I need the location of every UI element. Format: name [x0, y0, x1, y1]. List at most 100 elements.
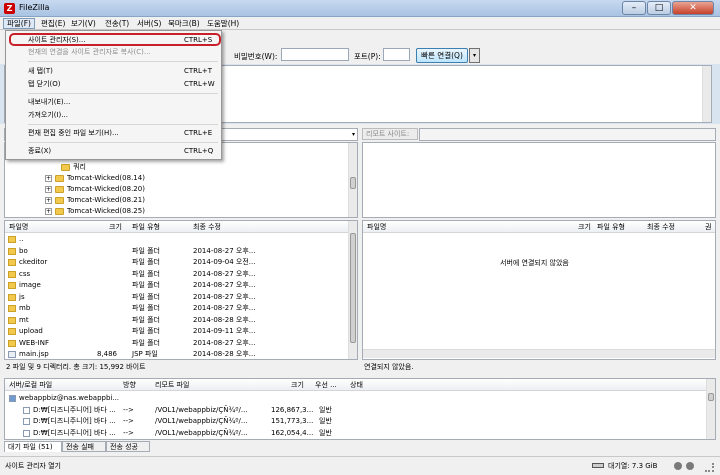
- col-size[interactable]: 크기: [578, 221, 591, 233]
- col-direction[interactable]: 방향: [123, 379, 136, 391]
- file-name: mb: [19, 304, 31, 312]
- tree-node[interactable]: 쿼리: [61, 162, 86, 173]
- tab-queued-files[interactable]: 대기 파일 (51): [4, 441, 62, 452]
- table-row[interactable]: upload 파일 폴더 2014-09-11 오후...: [5, 326, 349, 337]
- window-title: FileZilla: [19, 3, 50, 12]
- col-type[interactable]: 파일 유형: [132, 221, 160, 233]
- col-priority[interactable]: 우선 ...: [315, 379, 337, 391]
- tree-node[interactable]: + Tomcat-Wicked(08.25): [45, 206, 145, 217]
- file-type: 파일 폴더: [132, 338, 160, 347]
- table-row[interactable]: bo 파일 폴더 2014-08-27 오후...: [5, 246, 349, 257]
- tree-node[interactable]: + Tomcat-Wicked(08.20): [45, 184, 145, 195]
- file-name: ..: [19, 235, 24, 243]
- table-row[interactable]: WEB-INF 파일 폴더 2014-08-27 오후...: [5, 338, 349, 349]
- table-row[interactable]: js 파일 폴더 2014-08-27 오후...: [5, 292, 349, 303]
- menu-item-site-manager[interactable]: 사이트 관리자(S)... CTRL+S: [7, 34, 220, 46]
- table-row[interactable]: css 파일 폴더 2014-08-27 오후...: [5, 269, 349, 280]
- queue-local-file: webappbiz@nas.webappbi...: [19, 394, 120, 402]
- tab-successful-transfers[interactable]: 전송 성공: [106, 441, 150, 452]
- transfer-queue[interactable]: 서버/로컬 파일 방향 리모트 파일 크기 우선 ... 상태 webappbi…: [4, 378, 716, 440]
- queue-row[interactable]: D:₩[디즈니주니어] 바다 ... --> /VOL1/webappbiz/ÇÑ¾…: [5, 416, 705, 427]
- file-icon: [23, 406, 30, 414]
- file-name: ckeditor: [19, 258, 48, 266]
- status-light-icon: [686, 462, 694, 470]
- tree-scrollbar[interactable]: [348, 143, 357, 217]
- file-type: 파일 폴더: [132, 258, 160, 266]
- remote-hscrollbar[interactable]: [363, 349, 715, 358]
- menu-server[interactable]: 서버(S): [134, 18, 164, 29]
- resize-grip-icon[interactable]: [705, 463, 714, 472]
- minimize-button[interactable]: –: [622, 1, 646, 15]
- queue-row[interactable]: D:₩[디즈니주니어] 바다 ... --> /VOL1/webappbiz/ÇÑ¾…: [5, 405, 705, 416]
- table-row[interactable]: image 파일 폴더 2014-08-27 오후...: [5, 280, 349, 291]
- file-modified: 2014-08-28 오후...: [193, 315, 256, 324]
- maximize-button[interactable]: □: [647, 1, 671, 15]
- not-connected-message: 서버에 연결되지 않았음: [500, 259, 569, 267]
- tree-node[interactable]: + Tomcat-Wicked(08.14): [45, 173, 145, 184]
- menu-item-import[interactable]: 가져오기(I)...: [7, 109, 220, 121]
- expand-icon[interactable]: +: [45, 196, 52, 204]
- file-modified: 2014-08-27 오후...: [193, 338, 256, 347]
- queue-remote-file: /VOL1/webappbiz/ÇÑ¾º/...: [155, 417, 248, 425]
- local-path-dropdown-icon[interactable]: ▾: [352, 129, 355, 140]
- col-remote-file[interactable]: 리모트 파일: [155, 379, 189, 391]
- table-row[interactable]: mt 파일 폴더 2014-08-28 오후...: [5, 315, 349, 326]
- menu-transfer[interactable]: 전송(T): [102, 18, 132, 29]
- expand-icon[interactable]: +: [45, 185, 52, 193]
- close-button[interactable]: ✕: [672, 1, 714, 15]
- scroll-thumb[interactable]: [350, 177, 356, 189]
- col-modified[interactable]: 최종 수정: [193, 221, 221, 233]
- password-label: 비밀번호(W):: [234, 52, 278, 61]
- queue-local-file: D:₩[디즈니주니어] 바다 ...: [33, 417, 116, 425]
- status-light-icon: [674, 462, 682, 470]
- tree-node[interactable]: + Tomcat-Wicked(08.21): [45, 195, 145, 206]
- menu-view[interactable]: 보기(V): [68, 18, 99, 29]
- scroll-thumb[interactable]: [708, 393, 714, 401]
- table-row[interactable]: mb 파일 폴더 2014-08-27 오후...: [5, 303, 349, 314]
- password-input[interactable]: [281, 48, 349, 61]
- queue-row[interactable]: webappbiz@nas.webappbi...: [5, 393, 705, 404]
- table-row[interactable]: main.jsp 8,486 JSP 파일 2014-08-28 오후...: [5, 349, 349, 359]
- queue-row[interactable]: D:₩[디즈니주니어] 바다 ... --> /VOL1/webappbiz/ÇÑ¾…: [5, 428, 705, 439]
- menu-bookmarks[interactable]: 북마크(B): [165, 18, 203, 29]
- col-permissions[interactable]: 권: [705, 221, 711, 233]
- expand-icon[interactable]: +: [45, 207, 52, 215]
- col-filename[interactable]: 파일명: [367, 221, 386, 233]
- log-scrollbar[interactable]: [702, 66, 711, 122]
- queue-size: 162,054,4...: [271, 428, 314, 437]
- local-list-scrollbar[interactable]: [348, 221, 357, 359]
- menu-item-exit[interactable]: 종료(X) CTRL+Q: [7, 145, 220, 157]
- menu-separator: [28, 124, 218, 125]
- menu-item-new-tab[interactable]: 새 탭(T) CTRL+T: [7, 65, 220, 77]
- tab-failed-transfers[interactable]: 전송 실패: [62, 441, 106, 452]
- col-type[interactable]: 파일 유형: [597, 221, 625, 233]
- file-type: 파일 폴더: [132, 304, 160, 312]
- menu-help[interactable]: 도움말(H): [204, 18, 242, 29]
- file-type: 파일 폴더: [132, 269, 160, 278]
- col-size[interactable]: 크기: [291, 379, 304, 391]
- port-input[interactable]: [383, 48, 410, 61]
- scroll-thumb[interactable]: [350, 233, 356, 343]
- table-row[interactable]: ckeditor 파일 폴더 2014-09-04 오전...: [5, 257, 349, 268]
- col-filename[interactable]: 파일명: [9, 221, 28, 233]
- file-modified: 2014-09-04 오전...: [193, 258, 256, 266]
- local-file-list[interactable]: 파일명 크기 파일 유형 최종 수정 .. bo 파일 폴더 2014-08-27 오…: [4, 220, 358, 360]
- expand-icon[interactable]: +: [45, 174, 52, 182]
- menu-item-export[interactable]: 내보내기(E)...: [7, 96, 220, 108]
- queue-scrollbar[interactable]: [706, 379, 715, 439]
- remote-site-label: 리모트 사이트:: [362, 128, 418, 140]
- menu-item-show-edited-files[interactable]: 편재 편집 중인 파일 보기(H)... CTRL+E: [7, 127, 220, 139]
- table-row[interactable]: ..: [5, 234, 349, 245]
- folder-icon: [8, 282, 16, 289]
- queue-direction: -->: [123, 405, 134, 414]
- quickconnect-button[interactable]: 빠른 연결(Q): [416, 48, 468, 63]
- menu-item-close-tab[interactable]: 탭 닫기(O) CTRL+W: [7, 78, 220, 90]
- col-local-file[interactable]: 서버/로컬 파일: [9, 379, 52, 391]
- local-list-header: 파일명 크기 파일 유형 최종 수정: [5, 221, 349, 233]
- quickconnect-dropdown-icon[interactable]: ▾: [469, 48, 480, 63]
- col-modified[interactable]: 최종 수정: [647, 221, 675, 233]
- col-status[interactable]: 상태: [350, 379, 363, 391]
- menu-edit[interactable]: 편집(E): [38, 18, 68, 29]
- menu-file[interactable]: 파일(F): [3, 18, 35, 29]
- col-size[interactable]: 크기: [109, 221, 122, 233]
